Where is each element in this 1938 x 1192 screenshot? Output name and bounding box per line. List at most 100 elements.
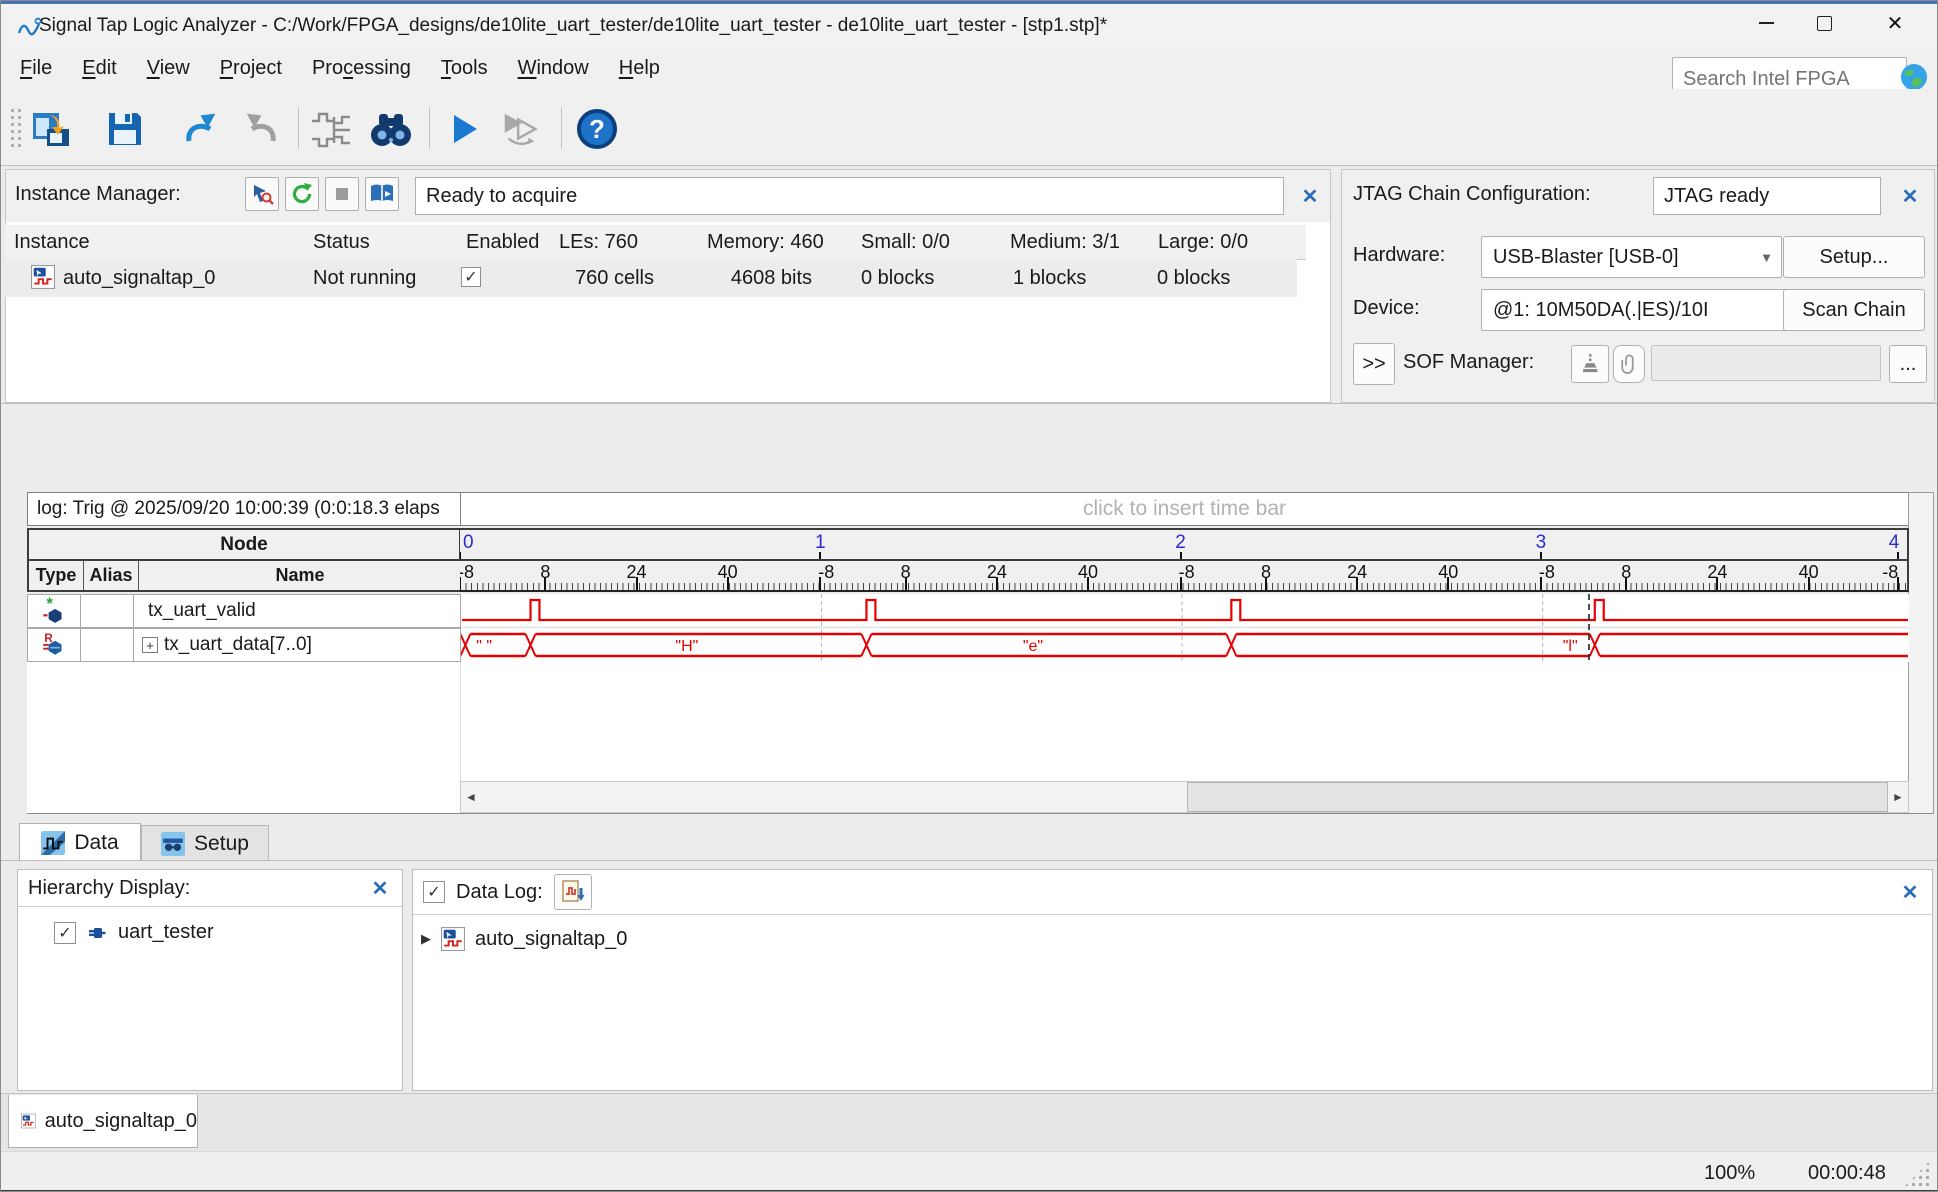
hierarchy-item-checkbox[interactable]: ✓ <box>54 922 76 944</box>
column-header-enabled[interactable]: Enabled <box>457 225 560 260</box>
maximize-icon <box>1817 16 1832 31</box>
setup-button[interactable]: Setup... <box>1783 236 1925 278</box>
column-header-memory[interactable]: Memory: 460 <box>698 225 862 260</box>
hardware-select[interactable]: USB-Blaster [USB-0]▼ <box>1481 236 1782 278</box>
menu-bar: FileEditViewProjectProcessingToolsWindow… <box>1 48 1937 89</box>
autorun-icon <box>499 109 543 149</box>
expand-plus-icon[interactable]: + <box>142 637 158 653</box>
tab-setup[interactable]: Setup <box>141 825 269 861</box>
menu-window[interactable]: Window <box>503 53 604 84</box>
run-analysis-button[interactable] <box>245 177 279 211</box>
signal-row-header[interactable]: R + tx_uart_data[7..0] <box>27 628 461 662</box>
jtag-close-button[interactable]: ✕ <box>1895 181 1925 211</box>
bus-name-label: tx_uart_data[7..0] <box>164 634 312 656</box>
column-header-large[interactable]: Large: 0/0 <box>1149 225 1306 260</box>
data-log-title: Data Log: <box>456 881 543 904</box>
run-icon <box>445 110 483 148</box>
menu-edit[interactable]: Edit <box>67 53 131 84</box>
module-icon <box>87 924 107 942</box>
signaltap-setup-icon <box>310 109 352 149</box>
menu-help[interactable]: Help <box>604 53 675 84</box>
scroll-right-button[interactable]: ► <box>1888 782 1908 812</box>
device-select[interactable]: @1: 10M50DA(.|ES)/10I▼ <box>1481 289 1806 331</box>
stop-analysis-button[interactable] <box>325 177 359 211</box>
vertical-scrollbar[interactable] <box>1908 492 1934 814</box>
menu-project[interactable]: Project <box>205 53 297 84</box>
column-header-status[interactable]: Status <box>304 225 467 260</box>
attach-sof-button[interactable] <box>1613 345 1645 383</box>
open-icon <box>31 109 75 149</box>
svg-text:" ": " " <box>476 638 492 655</box>
hierarchy-panel: Hierarchy Display: ✕ ✓ uart_tester <box>17 869 403 1091</box>
data-log-item[interactable]: ▶ auto_signaltap_0 <box>413 915 1932 951</box>
expand-arrow-icon[interactable]: ▶ <box>421 931 431 947</box>
data-log-mode-button[interactable] <box>554 874 592 910</box>
enabled-checkbox[interactable]: ✓ <box>461 267 481 287</box>
hierarchy-item-uart-tester[interactable]: ✓ uart_tester <box>18 907 402 944</box>
undo-button[interactable] <box>177 107 221 151</box>
hierarchy-title: Hierarchy Display: <box>28 877 190 900</box>
minimize-icon <box>1759 22 1774 24</box>
sof-manager-label: SOF Manager: <box>1403 351 1534 374</box>
hierarchy-close-button[interactable]: ✕ <box>368 876 392 900</box>
autorun-analysis-button[interactable] <box>285 177 319 211</box>
sof-browse-button[interactable]: ... <box>1889 345 1927 383</box>
scrollbar-corner <box>27 781 460 814</box>
ruler-major-tick <box>1625 577 1627 590</box>
toolbar-divider <box>1 165 1937 166</box>
signaltap-setup-button[interactable] <box>309 107 353 151</box>
find-button[interactable] <box>369 107 413 151</box>
data-log-item-label: auto_signaltap_0 <box>475 928 627 951</box>
ruler-major-tick <box>1808 577 1810 590</box>
horizontal-scrollbar[interactable]: ◄ ► <box>460 781 1909 813</box>
data-tab-icon <box>41 831 65 855</box>
log-selector[interactable]: log: Trig @ 2025/09/20 10:00:39 (0:0:18.… <box>27 492 461 526</box>
redo-button[interactable] <box>241 107 285 151</box>
menu-view[interactable]: View <box>132 53 205 84</box>
data-log-checkbox[interactable]: ✓ <box>423 881 445 903</box>
sof-path-field[interactable] <box>1651 345 1881 381</box>
resize-grip[interactable] <box>1903 1160 1931 1188</box>
column-header-small[interactable]: Small: 0/0 <box>852 225 1011 260</box>
instance-manager-close-button[interactable]: ✕ <box>1295 181 1325 211</box>
program-device-button[interactable] <box>1571 345 1609 383</box>
menu-tools[interactable]: Tools <box>426 53 503 84</box>
watch-node-icon: * <box>43 597 65 625</box>
scrollbar-thumb[interactable] <box>1187 782 1888 812</box>
waveform-svg: " ""H""e""l" <box>461 594 1909 662</box>
timeline-markers-row[interactable]: 01234 <box>460 528 1909 561</box>
maximize-button[interactable] <box>1795 1 1853 45</box>
menu-file[interactable]: File <box>5 53 67 84</box>
close-button[interactable]: ✕ <box>1853 1 1937 45</box>
run-analysis-toolbar-button[interactable] <box>442 107 486 151</box>
save-button[interactable] <box>103 107 147 151</box>
open-button[interactable] <box>31 107 75 151</box>
waveform-empty-area <box>27 662 1908 781</box>
signal-row-header[interactable]: * tx_uart_valid <box>27 594 461 628</box>
toolbar-grip[interactable] <box>9 107 22 151</box>
tab-data[interactable]: Data <box>19 823 141 861</box>
minimize-button[interactable] <box>1737 1 1795 45</box>
column-header-les[interactable]: LEs: 760 <box>550 225 708 260</box>
column-header-instance[interactable]: Instance <box>5 225 314 260</box>
instance-les: 760 cells <box>550 267 654 290</box>
autorun-analysis-toolbar-button[interactable] <box>499 107 543 151</box>
segment-marker-tick <box>460 552 461 559</box>
column-header-medium[interactable]: Medium: 3/1 <box>1001 225 1159 260</box>
timeline-ruler[interactable]: -882440-882440-882440-882440-8 <box>460 561 1909 592</box>
scroll-left-button[interactable]: ◄ <box>461 782 481 812</box>
bottom-tab-auto-signaltap[interactable]: auto_signaltap_0 <box>8 1095 198 1148</box>
waveform-plot[interactable]: " ""H""e""l" <box>461 594 1909 662</box>
read-bus-node-icon: R <box>43 631 65 659</box>
ruler-major-tick <box>1897 577 1899 590</box>
scan-chain-button[interactable]: Scan Chain <box>1783 289 1925 331</box>
read-data-button[interactable] <box>365 177 399 211</box>
segment-marker-tick <box>1180 552 1182 559</box>
help-button[interactable]: ? <box>575 107 619 151</box>
sof-expand-button[interactable]: >> <box>1353 343 1395 385</box>
menu-processing[interactable]: Processing <box>297 53 426 84</box>
svg-text:"H": "H" <box>675 638 698 655</box>
instance-small: 0 blocks <box>861 267 934 290</box>
timebar-hint-strip[interactable]: click to insert time bar <box>460 492 1909 526</box>
toolbar-separator <box>298 107 299 149</box>
